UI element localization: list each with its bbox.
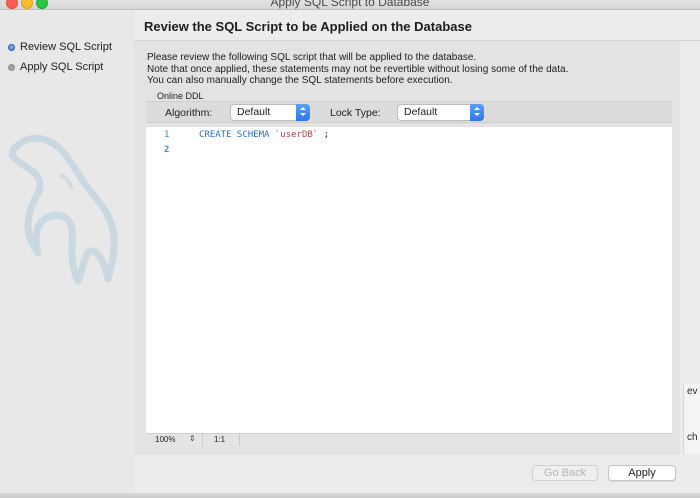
step-label: Review SQL Script [20, 41, 112, 53]
description-line: Please review the following SQL script t… [147, 52, 477, 63]
online-ddl-bar: Algorithm: Default Lock Type: Default [146, 101, 672, 123]
select-arrows-icon [296, 104, 310, 121]
divider [239, 434, 240, 446]
zoom-stepper-icon[interactable]: ⇕ [189, 434, 196, 443]
step-review-sql-script: Review SQL Script [8, 41, 112, 53]
background-window-edge: ev ch [683, 384, 700, 454]
sql-tail: ; [318, 130, 330, 140]
select-arrows-icon [470, 104, 484, 121]
lock-type-select[interactable]: Default [397, 104, 484, 121]
divider [202, 434, 203, 446]
main-content: Please review the following SQL script t… [134, 41, 680, 455]
description-line: You can also manually change the SQL sta… [147, 75, 453, 86]
sql-editor[interactable]: 1 CREATE SCHEMA `userDB` ; 2 [146, 127, 672, 433]
apply-sql-window: Apply SQL Script to Database Review SQL … [0, 0, 700, 498]
lock-type-value: Default [404, 106, 438, 118]
window-bottom-edge [0, 493, 700, 498]
go-back-button[interactable]: Go Back [532, 465, 598, 481]
step-apply-sql-script: Apply SQL Script [8, 61, 103, 73]
page-title: Review the SQL Script to be Applied on t… [144, 19, 472, 34]
editor-status-bar: 100% ⇕ 1:1 [146, 433, 672, 446]
algorithm-value: Default [237, 106, 271, 118]
online-ddl-label: Online DDL [157, 91, 204, 101]
code-line[interactable]: CREATE SCHEMA `userDB` ; [199, 130, 329, 140]
step-label: Apply SQL Script [20, 61, 104, 73]
sql-identifier: `userDB` [274, 130, 319, 140]
mysql-dolphin-watermark-icon [8, 134, 118, 285]
edge-text: ch [687, 432, 698, 443]
apply-button[interactable]: Apply [608, 465, 676, 481]
pending-step-icon [8, 63, 15, 71]
page-header: Review the SQL Script to be Applied on t… [134, 11, 700, 41]
wizard-steps-panel: Review SQL Script Apply SQL Script [0, 11, 134, 498]
algorithm-select[interactable]: Default [230, 104, 310, 121]
description-line: Note that once applied, these statements… [147, 63, 569, 75]
lock-type-label: Lock Type: [330, 107, 381, 119]
active-step-icon [8, 43, 15, 51]
description-text: Please review the following SQL script t… [147, 52, 568, 87]
cursor-position: 1:1 [214, 435, 226, 444]
line-number: 2 [164, 145, 170, 155]
line-number: 1 [164, 130, 170, 140]
window-title: Apply SQL Script to Database [270, 0, 430, 9]
sql-keyword: CREATE SCHEMA [199, 130, 270, 140]
algorithm-label: Algorithm: [165, 107, 213, 119]
edge-text: ev [687, 386, 698, 397]
zoom-level: 100% [155, 435, 176, 444]
title-bar: Apply SQL Script to Database [0, 0, 700, 10]
